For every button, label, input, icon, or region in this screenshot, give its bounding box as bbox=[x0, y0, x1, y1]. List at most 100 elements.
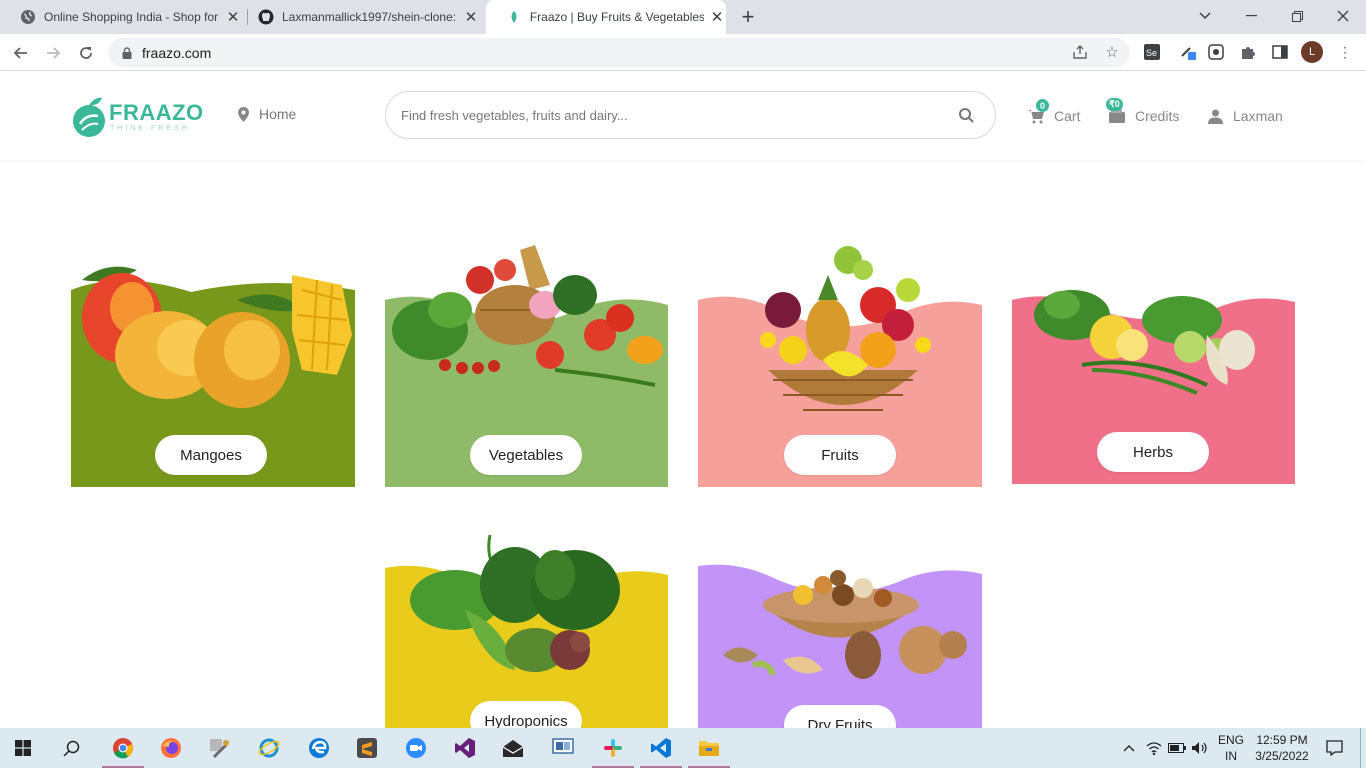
language-region: IN bbox=[1225, 749, 1237, 763]
windows-start-button[interactable] bbox=[0, 728, 46, 768]
credits-link[interactable]: ₹0 Credits bbox=[1106, 98, 1179, 125]
category-card-vegetables[interactable]: Vegetables bbox=[385, 230, 668, 487]
cart-icon: 0 bbox=[1027, 99, 1049, 125]
share-icon[interactable] bbox=[1070, 42, 1090, 62]
sublime-text-icon bbox=[357, 738, 377, 758]
category-label: Mangoes bbox=[180, 446, 242, 464]
home-label: Home bbox=[259, 106, 297, 122]
mangoes-label-pill[interactable]: Mangoes bbox=[155, 435, 267, 475]
taskbar-sublime-text[interactable] bbox=[344, 728, 390, 768]
category-card-fruits[interactable]: Fruits bbox=[698, 230, 982, 487]
bookmark-star-icon[interactable]: ☆ bbox=[1102, 42, 1122, 62]
show-hidden-icons-chevron-icon[interactable] bbox=[1118, 728, 1140, 768]
battery-icon[interactable] bbox=[1166, 728, 1188, 768]
windows-logo-icon bbox=[15, 740, 31, 756]
input-language-indicator[interactable]: ENG IN bbox=[1215, 732, 1247, 764]
taskbar-zoom[interactable] bbox=[393, 728, 439, 768]
cart-link[interactable]: 0 Cart bbox=[1027, 99, 1081, 125]
restore-button[interactable] bbox=[1283, 4, 1311, 28]
tab-search-chevron-icon[interactable] bbox=[1191, 4, 1219, 28]
user-account-link[interactable]: Laxman bbox=[1206, 107, 1283, 125]
taskbar-chrome[interactable] bbox=[100, 728, 146, 768]
selenium-extension-icon[interactable]: Se bbox=[1142, 42, 1162, 62]
taskbar-visual-studio[interactable] bbox=[442, 728, 488, 768]
internet-explorer-icon bbox=[258, 738, 280, 758]
new-tab-button[interactable]: + bbox=[736, 4, 760, 29]
category-label: Fruits bbox=[821, 446, 859, 464]
globe-icon bbox=[20, 9, 36, 25]
fruits-label-pill[interactable]: Fruits bbox=[784, 435, 896, 475]
github-icon bbox=[258, 9, 274, 25]
address-bar[interactable]: fraazo.com bbox=[108, 38, 1130, 67]
browser-toolbar: fraazo.com ☆ Se L ⋮ bbox=[0, 34, 1366, 71]
taskbar-clock[interactable]: 12:59 PM 3/25/2022 bbox=[1250, 732, 1314, 764]
reload-button[interactable] bbox=[73, 40, 99, 66]
close-tab-icon[interactable]: ✕ bbox=[708, 8, 726, 26]
close-window-button[interactable] bbox=[1329, 4, 1357, 28]
tab-online-shopping[interactable]: Online Shopping India - Shop for ✕ bbox=[0, 0, 246, 34]
location-pin-icon bbox=[238, 106, 249, 122]
herbs-label-pill[interactable]: Herbs bbox=[1097, 432, 1209, 472]
dry-fruits-bowl-image bbox=[723, 570, 967, 679]
clock-date: 3/25/2022 bbox=[1255, 749, 1309, 763]
volume-icon[interactable] bbox=[1189, 728, 1211, 768]
minimize-button[interactable] bbox=[1237, 4, 1265, 28]
network-icon[interactable] bbox=[1143, 728, 1165, 768]
taskbar-remote-desktop[interactable] bbox=[540, 728, 586, 768]
taskbar-search-button[interactable] bbox=[48, 728, 94, 768]
mangoes-image bbox=[82, 266, 352, 408]
taskbar-internet-explorer[interactable] bbox=[246, 728, 292, 768]
chrome-menu-icon[interactable]: ⋮ bbox=[1335, 42, 1355, 62]
category-card-dry-fruits[interactable]: Dry Fruits bbox=[698, 530, 982, 728]
brand-name: FRAAZO bbox=[109, 100, 204, 125]
tab-github[interactable]: Laxmanmallick1997/shein-clone: ✕ bbox=[238, 0, 486, 34]
mail-app-icon bbox=[502, 740, 524, 757]
taskbar-tools-app[interactable] bbox=[196, 728, 242, 768]
taskbar-firefox[interactable] bbox=[148, 728, 194, 768]
language-code: ENG bbox=[1217, 733, 1244, 747]
taskbar-slack[interactable] bbox=[590, 728, 636, 768]
cart-label: Cart bbox=[1054, 108, 1081, 124]
remote-desktop-icon bbox=[552, 738, 574, 754]
category-card-mangoes[interactable]: Mangoes bbox=[71, 230, 355, 487]
category-label: Vegetables bbox=[488, 446, 564, 464]
svg-text:Se: Se bbox=[1146, 48, 1157, 58]
dry-fruits-label-pill[interactable]: Dry Fruits bbox=[784, 705, 896, 728]
tab-fraazo[interactable]: Fraazo | Buy Fruits & Vegetables ✕ bbox=[486, 0, 726, 34]
taskbar-mail-app[interactable] bbox=[490, 728, 536, 768]
category-card-herbs[interactable]: Herbs bbox=[1012, 230, 1295, 484]
screen-capture-extension-icon[interactable] bbox=[1206, 42, 1226, 62]
show-desktop-button[interactable] bbox=[1360, 728, 1366, 768]
close-tab-icon[interactable]: ✕ bbox=[462, 8, 480, 26]
search-bar[interactable]: Find fresh vegetables, fruits and dairy.… bbox=[385, 91, 996, 139]
color-picker-extension-icon[interactable] bbox=[1178, 42, 1198, 62]
forward-button[interactable] bbox=[40, 40, 66, 66]
tab-title: Online Shopping India - Shop for bbox=[44, 10, 219, 24]
edge-icon bbox=[309, 738, 329, 758]
zoom-icon bbox=[406, 738, 426, 758]
visual-studio-icon bbox=[455, 738, 475, 758]
taskbar-edge[interactable] bbox=[296, 728, 342, 768]
vegetables-label-pill[interactable]: Vegetables bbox=[470, 435, 582, 475]
category-card-hydroponics[interactable]: Hydroponics bbox=[385, 530, 668, 728]
home-location-link[interactable]: Home bbox=[238, 106, 296, 122]
search-icon[interactable] bbox=[956, 105, 976, 125]
profile-avatar[interactable]: L bbox=[1301, 41, 1323, 63]
taskbar-vscode[interactable] bbox=[638, 728, 684, 768]
user-icon bbox=[1206, 107, 1224, 125]
fraazo-logo[interactable]: FRAAZO THINK FRESH bbox=[72, 94, 204, 138]
back-button[interactable] bbox=[8, 40, 34, 66]
notifications-icon[interactable] bbox=[1322, 728, 1346, 768]
cart-count-badge: 0 bbox=[1036, 99, 1049, 112]
url-text: fraazo.com bbox=[142, 44, 212, 61]
extensions-puzzle-icon[interactable] bbox=[1238, 42, 1258, 62]
user-name: Laxman bbox=[1233, 108, 1283, 124]
search-placeholder[interactable]: Find fresh vegetables, fruits and dairy.… bbox=[401, 108, 956, 123]
brand-tagline: THINK FRESH bbox=[110, 125, 190, 132]
firefox-icon bbox=[161, 738, 181, 758]
side-panel-icon[interactable] bbox=[1270, 42, 1290, 62]
vegetables-image bbox=[392, 245, 663, 387]
fraazo-leaf-logo-icon bbox=[73, 97, 105, 137]
taskbar-file-explorer[interactable] bbox=[686, 728, 732, 768]
hydroponics-label-pill[interactable]: Hydroponics bbox=[470, 701, 582, 728]
